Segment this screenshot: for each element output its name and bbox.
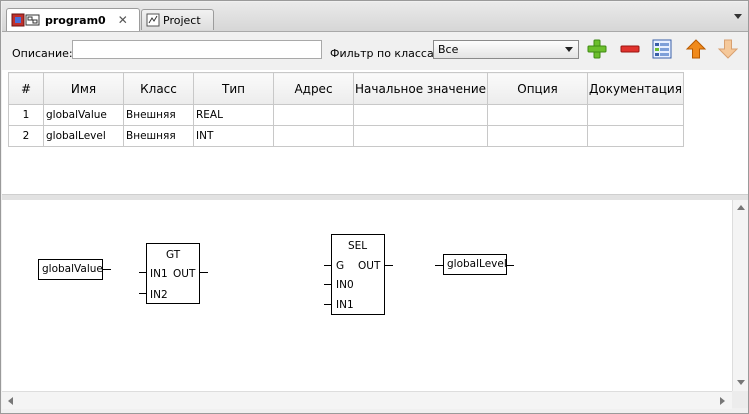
table-row[interactable]: 2 globalLevel Внешняя INT [8, 125, 684, 147]
table-row[interactable]: 1 globalValue Внешняя REAL [8, 104, 684, 126]
gt-block[interactable]: GT IN1 OUT IN2 [146, 243, 200, 304]
cell-name[interactable]: globalValue [43, 104, 124, 126]
output-variable-out-pin [507, 265, 514, 266]
output-variable-label: globalLevel [447, 258, 507, 270]
gt-block-title: GT [166, 249, 181, 261]
program-icon [11, 13, 41, 27]
remove-variable-button[interactable] [619, 38, 641, 60]
green-plus-icon [587, 39, 607, 59]
sel-block-title: SEL [348, 240, 368, 252]
gt-out-label: OUT [173, 268, 196, 280]
sel-out-pin[interactable] [385, 265, 393, 266]
tab-project[interactable]: Project [141, 9, 214, 30]
table-list-icon [652, 39, 672, 59]
gt-in1-pin[interactable] [139, 272, 146, 273]
cell-type[interactable]: INT [193, 125, 274, 147]
cell-option[interactable] [487, 104, 588, 126]
gt-in2-pin[interactable] [139, 293, 146, 294]
class-filter-label: Фильтр по классам: [330, 47, 446, 60]
sel-block[interactable]: SEL G OUT IN0 IN1 [331, 234, 385, 315]
sel-in0-label: IN0 [336, 279, 354, 291]
column-header-initial-value[interactable]: Начальное значение [353, 72, 488, 105]
sel-out-label: OUT [358, 260, 381, 272]
project-icon [146, 13, 160, 27]
cell-name[interactable]: globalLevel [43, 125, 124, 147]
input-variable-pin [103, 269, 111, 270]
column-header-address[interactable]: Адрес [273, 72, 354, 105]
cell-initial-value[interactable] [353, 104, 488, 126]
move-up-button[interactable] [685, 38, 707, 60]
variables-table: # Имя Класс Тип Адрес Начальное значение… [8, 72, 684, 147]
cell-documentation[interactable] [587, 104, 684, 126]
cell-initial-value[interactable] [353, 125, 488, 147]
column-header-type[interactable]: Тип [193, 72, 274, 105]
add-variable-button[interactable] [586, 38, 608, 60]
sel-in1-pin[interactable] [324, 304, 331, 305]
description-label: Описание: [12, 47, 73, 60]
orange-up-arrow-icon [685, 39, 707, 59]
cell-class[interactable]: Внешняя [123, 125, 194, 147]
column-header-documentation[interactable]: Документация [587, 72, 684, 105]
scroll-right-icon[interactable] [720, 397, 725, 405]
scroll-left-icon[interactable] [8, 397, 13, 405]
column-header-option[interactable]: Опция [487, 72, 588, 105]
cell-documentation[interactable] [587, 125, 684, 147]
edit-list-button[interactable] [651, 38, 673, 60]
sel-g-label: G [336, 260, 345, 272]
output-variable-pin [435, 265, 443, 266]
gt-in2-label: IN2 [150, 289, 168, 301]
cell-address[interactable] [273, 125, 354, 147]
sel-in1-label: IN1 [336, 299, 354, 311]
class-filter-select[interactable]: Все [433, 40, 579, 59]
editor-window: program0 ✕ Project Описание: Фильтр по к… [0, 0, 749, 414]
tab-program0-label: program0 [45, 13, 106, 27]
move-down-button[interactable] [717, 38, 739, 60]
scrollbar-corner [732, 391, 748, 408]
cell-option[interactable] [487, 125, 588, 147]
description-input[interactable] [72, 40, 322, 59]
chevron-down-icon [565, 47, 573, 52]
sel-in0-pin[interactable] [324, 284, 331, 285]
cell-address[interactable] [273, 104, 354, 126]
class-filter-value: Все [438, 43, 459, 56]
sel-g-pin[interactable] [324, 265, 331, 266]
variables-table-area: # Имя Класс Тип Адрес Начальное значение… [2, 70, 748, 194]
tab-project-label: Project [163, 13, 201, 27]
tab-list-dropdown-icon[interactable] [734, 14, 742, 19]
output-variable-globalLevel[interactable]: globalLevel [443, 254, 507, 275]
vertical-scrollbar[interactable] [732, 200, 748, 391]
fbd-diagram-canvas[interactable]: globalValue GT IN1 OUT IN2 SEL G OUT IN0… [2, 200, 732, 391]
cell-class[interactable]: Внешняя [123, 104, 194, 126]
scroll-down-icon[interactable] [737, 380, 745, 385]
column-header-class[interactable]: Класс [123, 72, 194, 105]
input-variable-label: globalValue [42, 263, 103, 275]
cell-number: 2 [8, 125, 44, 147]
scroll-up-icon[interactable] [737, 205, 745, 210]
variables-toolbar: Описание: Фильтр по классам: Все [2, 32, 748, 70]
close-icon[interactable]: ✕ [118, 13, 128, 27]
red-minus-icon [620, 45, 640, 53]
orange-down-arrow-icon [717, 39, 739, 59]
horizontal-scrollbar[interactable] [2, 391, 732, 409]
cell-number: 1 [8, 104, 44, 126]
column-header-name[interactable]: Имя [43, 72, 124, 105]
gt-in1-label: IN1 [150, 268, 168, 280]
tab-bar: program0 ✕ Project [2, 2, 748, 32]
cell-type[interactable]: REAL [193, 104, 274, 126]
input-variable-globalValue[interactable]: globalValue [38, 259, 103, 280]
tab-program0[interactable]: program0 ✕ [6, 8, 140, 31]
gt-out-pin[interactable] [200, 272, 208, 273]
column-header-number[interactable]: # [8, 72, 44, 105]
table-header-row: # Имя Класс Тип Адрес Начальное значение… [8, 72, 684, 105]
